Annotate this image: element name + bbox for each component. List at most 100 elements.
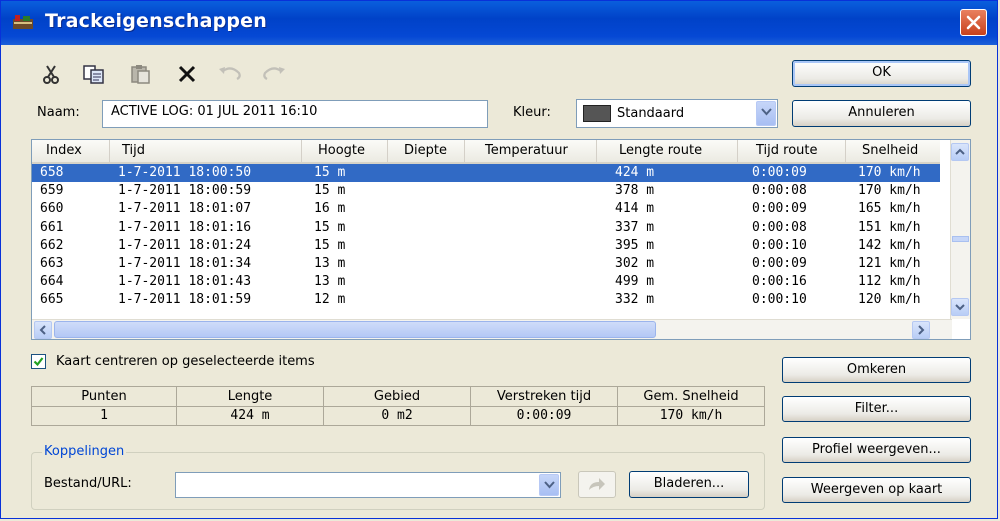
delete-button[interactable] bbox=[173, 63, 201, 87]
col-route-time[interactable]: Tijd route bbox=[738, 140, 846, 162]
table-cell: 0:00:09 bbox=[752, 165, 807, 180]
table-cell: 0:00:08 bbox=[752, 219, 807, 235]
vertical-scroll-thumb[interactable] bbox=[952, 236, 969, 242]
table-row[interactable]: 658 1-7-2011 18:00:50 15 m 424 m 0:00:09 170 … bbox=[32, 164, 940, 182]
track-app-icon bbox=[13, 15, 33, 29]
cut-button[interactable] bbox=[37, 63, 65, 87]
links-group-title: Koppelingen bbox=[42, 444, 127, 459]
redo-button[interactable] bbox=[259, 63, 287, 87]
cancel-button[interactable]: Annuleren bbox=[792, 100, 971, 127]
arrow-right-icon bbox=[589, 478, 605, 490]
stat-avg-speed-label: Gem. Snelheid bbox=[618, 387, 764, 407]
filter-button[interactable]: Filter... bbox=[782, 396, 971, 422]
table-cell: 142 km/h bbox=[858, 237, 921, 253]
reverse-button[interactable]: Omkeren bbox=[782, 357, 971, 383]
file-url-dropdown-button[interactable] bbox=[539, 474, 559, 496]
col-temperature[interactable]: Temperatuur bbox=[465, 140, 597, 162]
show-on-map-button[interactable]: Weergeven op kaart bbox=[782, 477, 971, 503]
table-cell: 395 m bbox=[615, 237, 655, 253]
col-altitude[interactable]: Hoogte bbox=[302, 140, 388, 162]
col-depth[interactable]: Diepte bbox=[388, 140, 465, 162]
stat-elapsed-time: Verstreken tijd 0:00:09 bbox=[471, 387, 618, 425]
color-select[interactable]: Standaard bbox=[576, 99, 778, 128]
track-properties-dialog: Trackeigenschappen OK Annuleren Naam: AC… bbox=[0, 0, 998, 519]
table-cell: 499 m bbox=[615, 274, 655, 290]
table-cell: 170 km/h bbox=[858, 183, 921, 199]
col-speed[interactable]: Snelheid bbox=[846, 140, 940, 162]
color-dropdown-button[interactable] bbox=[756, 101, 776, 126]
stat-elapsed-time-value: 0:00:09 bbox=[516, 408, 572, 423]
col-route-length[interactable]: Lengte route bbox=[597, 140, 738, 162]
horizontal-scrollbar[interactable] bbox=[32, 319, 952, 339]
center-map-label[interactable]: Kaart centreren op geselecteerde items bbox=[56, 354, 315, 369]
checkmark-icon bbox=[33, 357, 44, 367]
show-profile-button[interactable]: Profiel weergeven... bbox=[782, 437, 971, 463]
table-cell: 1-7-2011 18:00:50 bbox=[118, 165, 252, 180]
table-row[interactable]: 665 1-7-2011 18:01:59 12 m 332 m 0:00:10 120 … bbox=[32, 291, 940, 309]
go-link-button[interactable] bbox=[578, 471, 616, 498]
table-cell: 112 km/h bbox=[858, 274, 921, 290]
close-icon bbox=[966, 15, 981, 30]
table-row[interactable]: 660 1-7-2011 18:01:07 16 m 414 m 0:00:09 165 … bbox=[32, 200, 940, 218]
vertical-scrollbar[interactable] bbox=[950, 140, 970, 319]
chevron-down-icon bbox=[544, 481, 555, 489]
close-button[interactable] bbox=[960, 9, 987, 36]
table-cell: 13 m bbox=[314, 274, 346, 290]
center-map-checkbox[interactable] bbox=[31, 354, 46, 369]
table-cell: 15 m bbox=[314, 237, 346, 253]
links-group: Koppelingen Bestand/URL: Bladeren... bbox=[31, 444, 765, 510]
stat-points: Punten 1 bbox=[32, 387, 177, 425]
col-index[interactable]: Index bbox=[32, 140, 110, 162]
stat-elapsed-time-label: Verstreken tijd bbox=[471, 387, 617, 407]
stat-area-label: Gebied bbox=[324, 387, 470, 407]
table-cell: 378 m bbox=[615, 183, 655, 199]
table-cell: 1-7-2011 18:01:07 bbox=[118, 201, 252, 217]
stat-area-value: 0 m2 bbox=[381, 408, 413, 423]
scroll-right-button[interactable] bbox=[912, 321, 930, 339]
browse-button[interactable]: Bladeren... bbox=[629, 471, 749, 498]
paste-button[interactable] bbox=[127, 63, 155, 87]
table-cell: 1-7-2011 18:01:16 bbox=[118, 219, 252, 235]
table-cell: 0:00:10 bbox=[752, 237, 807, 253]
chevron-down-icon bbox=[761, 108, 772, 116]
table-cell: 658 bbox=[40, 165, 64, 180]
copy-button[interactable] bbox=[80, 63, 108, 87]
table-cell: 15 m bbox=[314, 183, 346, 199]
stat-points-label: Punten bbox=[32, 387, 176, 407]
file-url-input[interactable] bbox=[175, 472, 561, 498]
trackpoints-table[interactable]: Index Tijd Hoogte Diepte Temperatuur Len… bbox=[31, 139, 971, 340]
table-cell: 13 m bbox=[314, 256, 346, 271]
window-title: Trackeigenschappen bbox=[45, 10, 267, 32]
table-cell: 12 m bbox=[314, 292, 346, 308]
stat-length-value: 424 m bbox=[230, 408, 270, 423]
table-cell: 15 m bbox=[314, 219, 346, 235]
undo-button[interactable] bbox=[215, 63, 243, 87]
table-row[interactable]: 664 1-7-2011 18:01:43 13 m 499 m 0:00:16 112 … bbox=[32, 273, 940, 291]
table-row[interactable]: 662 1-7-2011 18:01:24 15 m 395 m 0:00:10 142 … bbox=[32, 237, 940, 255]
horizontal-scroll-thumb[interactable] bbox=[54, 321, 656, 338]
copy-icon bbox=[83, 65, 104, 84]
title-bar: Trackeigenschappen bbox=[1, 1, 997, 45]
table-row[interactable]: 661 1-7-2011 18:01:16 15 m 337 m 0:00:08 151 … bbox=[32, 219, 940, 237]
table-cell: 665 bbox=[40, 292, 64, 308]
ok-button[interactable]: OK bbox=[792, 60, 971, 87]
chevron-down-icon bbox=[955, 304, 965, 311]
table-cell: 662 bbox=[40, 237, 64, 253]
table-cell: 661 bbox=[40, 219, 64, 235]
table-cell: 0:00:09 bbox=[752, 256, 807, 271]
name-input[interactable]: ACTIVE LOG: 01 JUL 2011 16:10 bbox=[102, 100, 488, 128]
scroll-down-button[interactable] bbox=[951, 298, 969, 316]
scroll-left-button[interactable] bbox=[34, 321, 52, 339]
chevron-right-icon bbox=[918, 325, 925, 335]
table-row[interactable]: 663 1-7-2011 18:01:34 13 m 302 m 0:00:09 121 … bbox=[32, 255, 940, 273]
table-cell: 1-7-2011 18:01:34 bbox=[118, 256, 252, 271]
scroll-up-button[interactable] bbox=[951, 143, 969, 161]
table-cell: 165 km/h bbox=[858, 201, 921, 217]
chevron-up-icon bbox=[955, 148, 965, 155]
table-row[interactable]: 659 1-7-2011 18:00:59 15 m 378 m 0:00:08 170 … bbox=[32, 182, 940, 200]
file-url-label: Bestand/URL: bbox=[44, 476, 132, 491]
col-time[interactable]: Tijd bbox=[110, 140, 302, 162]
table-cell: 151 km/h bbox=[858, 219, 921, 235]
delete-icon bbox=[178, 65, 196, 83]
redo-icon bbox=[263, 67, 285, 80]
